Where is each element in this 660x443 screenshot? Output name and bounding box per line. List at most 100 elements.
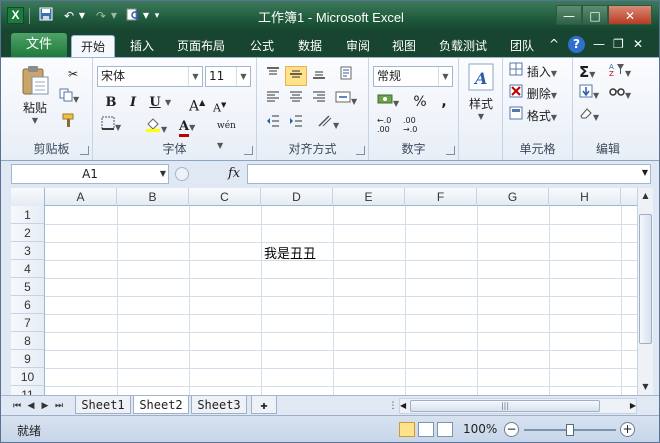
align-left-icon[interactable] — [263, 90, 283, 110]
phonetic-button[interactable]: wén ▼ — [217, 116, 251, 150]
font-family-dropdown-icon[interactable]: ▼ — [188, 67, 202, 86]
row-header-3[interactable]: 3 — [11, 242, 45, 260]
sheet-tab-3[interactable]: Sheet3 — [191, 396, 247, 414]
row-header-11[interactable]: 11 — [11, 386, 45, 395]
tab-split-handle[interactable]: ⋮ — [387, 398, 399, 414]
tab-view[interactable]: 视图 — [383, 35, 425, 57]
row-header-10[interactable]: 10 — [11, 368, 45, 386]
next-sheet-icon[interactable]: ▶ — [39, 398, 51, 414]
maximize-button[interactable]: □ — [582, 5, 608, 25]
delete-cells-button[interactable]: 删除▼ — [509, 84, 569, 104]
insert-cells-button[interactable]: 插入▼ — [509, 62, 569, 82]
fill-button[interactable]: ▼ — [579, 84, 607, 104]
row-header-9[interactable]: 9 — [11, 350, 45, 368]
merge-center-button[interactable]: ▼ — [335, 90, 363, 110]
fill-color-button[interactable]: ▼ — [145, 116, 175, 136]
page-layout-view-icon[interactable] — [418, 422, 434, 437]
column-header-d[interactable]: D — [261, 188, 333, 206]
tab-load-test[interactable]: 负载测试 — [431, 35, 495, 57]
underline-dropdown-icon[interactable]: ▼ — [165, 93, 173, 113]
workbook-close-icon[interactable]: ✕ — [633, 37, 643, 51]
comma-style-button[interactable]: , — [437, 92, 451, 112]
vertical-scrollbar[interactable]: ▲ ▼ — [637, 188, 653, 395]
find-select-button[interactable]: ▼ — [609, 84, 639, 104]
collapse-ribbon-icon[interactable]: ^ — [549, 37, 559, 51]
column-header-a[interactable]: A — [45, 188, 117, 206]
column-header-f[interactable]: F — [405, 188, 477, 206]
grow-font-button[interactable]: A▲ — [189, 93, 207, 115]
sort-filter-button[interactable]: A Z ▼ — [609, 62, 639, 82]
zoom-in-icon[interactable]: + — [620, 422, 635, 437]
font-size-dropdown-icon[interactable]: ▼ — [236, 67, 250, 86]
name-box[interactable]: A1 ▼ — [11, 164, 169, 184]
minimize-button[interactable]: — — [556, 5, 582, 25]
align-top-icon[interactable] — [263, 66, 283, 86]
align-middle-icon[interactable] — [285, 66, 307, 86]
wrap-text-button[interactable]: ▼ — [317, 114, 345, 134]
redo-icon[interactable]: ↷ — [93, 7, 109, 25]
number-launcher-icon[interactable] — [446, 146, 455, 155]
page-break-view-icon[interactable] — [437, 422, 453, 437]
workbook-restore-icon[interactable]: ❐ — [613, 37, 624, 51]
align-bottom-icon[interactable] — [309, 66, 329, 86]
accounting-format-button[interactable]: ▼ — [377, 92, 407, 112]
redo-dropdown-icon[interactable]: ▼ — [109, 7, 119, 25]
sheet-tab-2[interactable]: Sheet2 — [133, 396, 189, 414]
name-box-dropdown-icon[interactable]: ▼ — [160, 165, 166, 183]
borders-button[interactable]: ▼ — [101, 116, 129, 136]
tab-home[interactable]: 开始 — [71, 35, 115, 57]
paste-dropdown-icon[interactable]: ▼ — [15, 116, 55, 125]
column-header-e[interactable]: E — [333, 188, 405, 206]
orientation-icon[interactable] — [335, 66, 357, 86]
increase-indent-icon[interactable] — [286, 114, 306, 134]
number-format-dropdown-icon[interactable]: ▼ — [438, 67, 452, 86]
prev-sheet-icon[interactable]: ◀ — [25, 398, 37, 414]
last-sheet-icon[interactable]: ⏭ — [53, 398, 65, 414]
column-header-c[interactable]: C — [189, 188, 261, 206]
column-header-g[interactable]: G — [477, 188, 549, 206]
format-painter-icon[interactable] — [61, 112, 85, 132]
format-cells-button[interactable]: 格式▼ — [509, 106, 569, 126]
undo-dropdown-icon[interactable]: ▼ — [77, 7, 87, 25]
increase-decimal-button[interactable]: ←.0.00 — [377, 116, 399, 136]
scroll-up-icon[interactable]: ▲ — [638, 188, 653, 204]
styles-dropdown-icon[interactable]: ▼ — [463, 112, 499, 121]
column-header-h[interactable]: H — [549, 188, 621, 206]
paste-button[interactable]: 粘贴 ▼ — [15, 64, 55, 125]
horizontal-scrollbar[interactable]: ◀ ||| ▶ — [399, 398, 637, 414]
clipboard-launcher-icon[interactable] — [80, 146, 89, 155]
zoom-level[interactable]: 100% — [463, 422, 497, 436]
scroll-left-icon[interactable]: ◀ — [400, 399, 406, 413]
column-header-b[interactable]: B — [117, 188, 189, 206]
cell-d3[interactable]: 我是丑丑 — [264, 243, 316, 262]
decrease-decimal-button[interactable]: .00 →.0 — [403, 116, 425, 136]
autosum-button[interactable]: Σ▼ — [579, 62, 607, 82]
font-family-combo[interactable]: 宋体 ▼ — [97, 66, 203, 87]
formula-input[interactable]: ▼ — [247, 164, 651, 184]
scroll-down-icon[interactable]: ▼ — [638, 379, 653, 395]
close-button[interactable]: ✕ — [608, 5, 652, 25]
row-header-5[interactable]: 5 — [11, 278, 45, 296]
row-header-2[interactable]: 2 — [11, 224, 45, 242]
scroll-right-icon[interactable]: ▶ — [630, 399, 636, 413]
zoom-out-icon[interactable]: − — [504, 422, 519, 437]
customize-qat-icon[interactable]: ▾ — [151, 7, 163, 25]
font-launcher-icon[interactable] — [244, 146, 253, 155]
normal-view-icon[interactable] — [399, 422, 415, 437]
select-all-corner[interactable] — [11, 188, 45, 206]
shrink-font-button[interactable]: A▼ — [213, 95, 229, 115]
row-header-1[interactable]: 1 — [11, 206, 45, 224]
tab-review[interactable]: 审阅 — [337, 35, 379, 57]
cut-icon[interactable]: ✂ — [61, 64, 85, 84]
zoom-slider-thumb[interactable] — [566, 424, 574, 436]
font-color-button[interactable]: A▼ — [179, 116, 209, 137]
tab-file[interactable]: 文件 — [11, 33, 67, 57]
expand-formula-bar-icon[interactable]: ▼ — [642, 168, 648, 177]
decrease-indent-icon[interactable] — [263, 114, 283, 134]
sheet-tab-1[interactable]: Sheet1 — [75, 396, 131, 414]
worksheet-grid[interactable]: A B C D E F G H 1 2 3 4 5 6 7 8 9 10 11 — [11, 188, 637, 395]
vertical-scroll-thumb[interactable] — [639, 214, 652, 344]
align-center-icon[interactable] — [286, 90, 306, 110]
tab-page-layout[interactable]: 页面布局 — [171, 35, 231, 57]
horizontal-scroll-thumb[interactable]: ||| — [410, 400, 600, 412]
